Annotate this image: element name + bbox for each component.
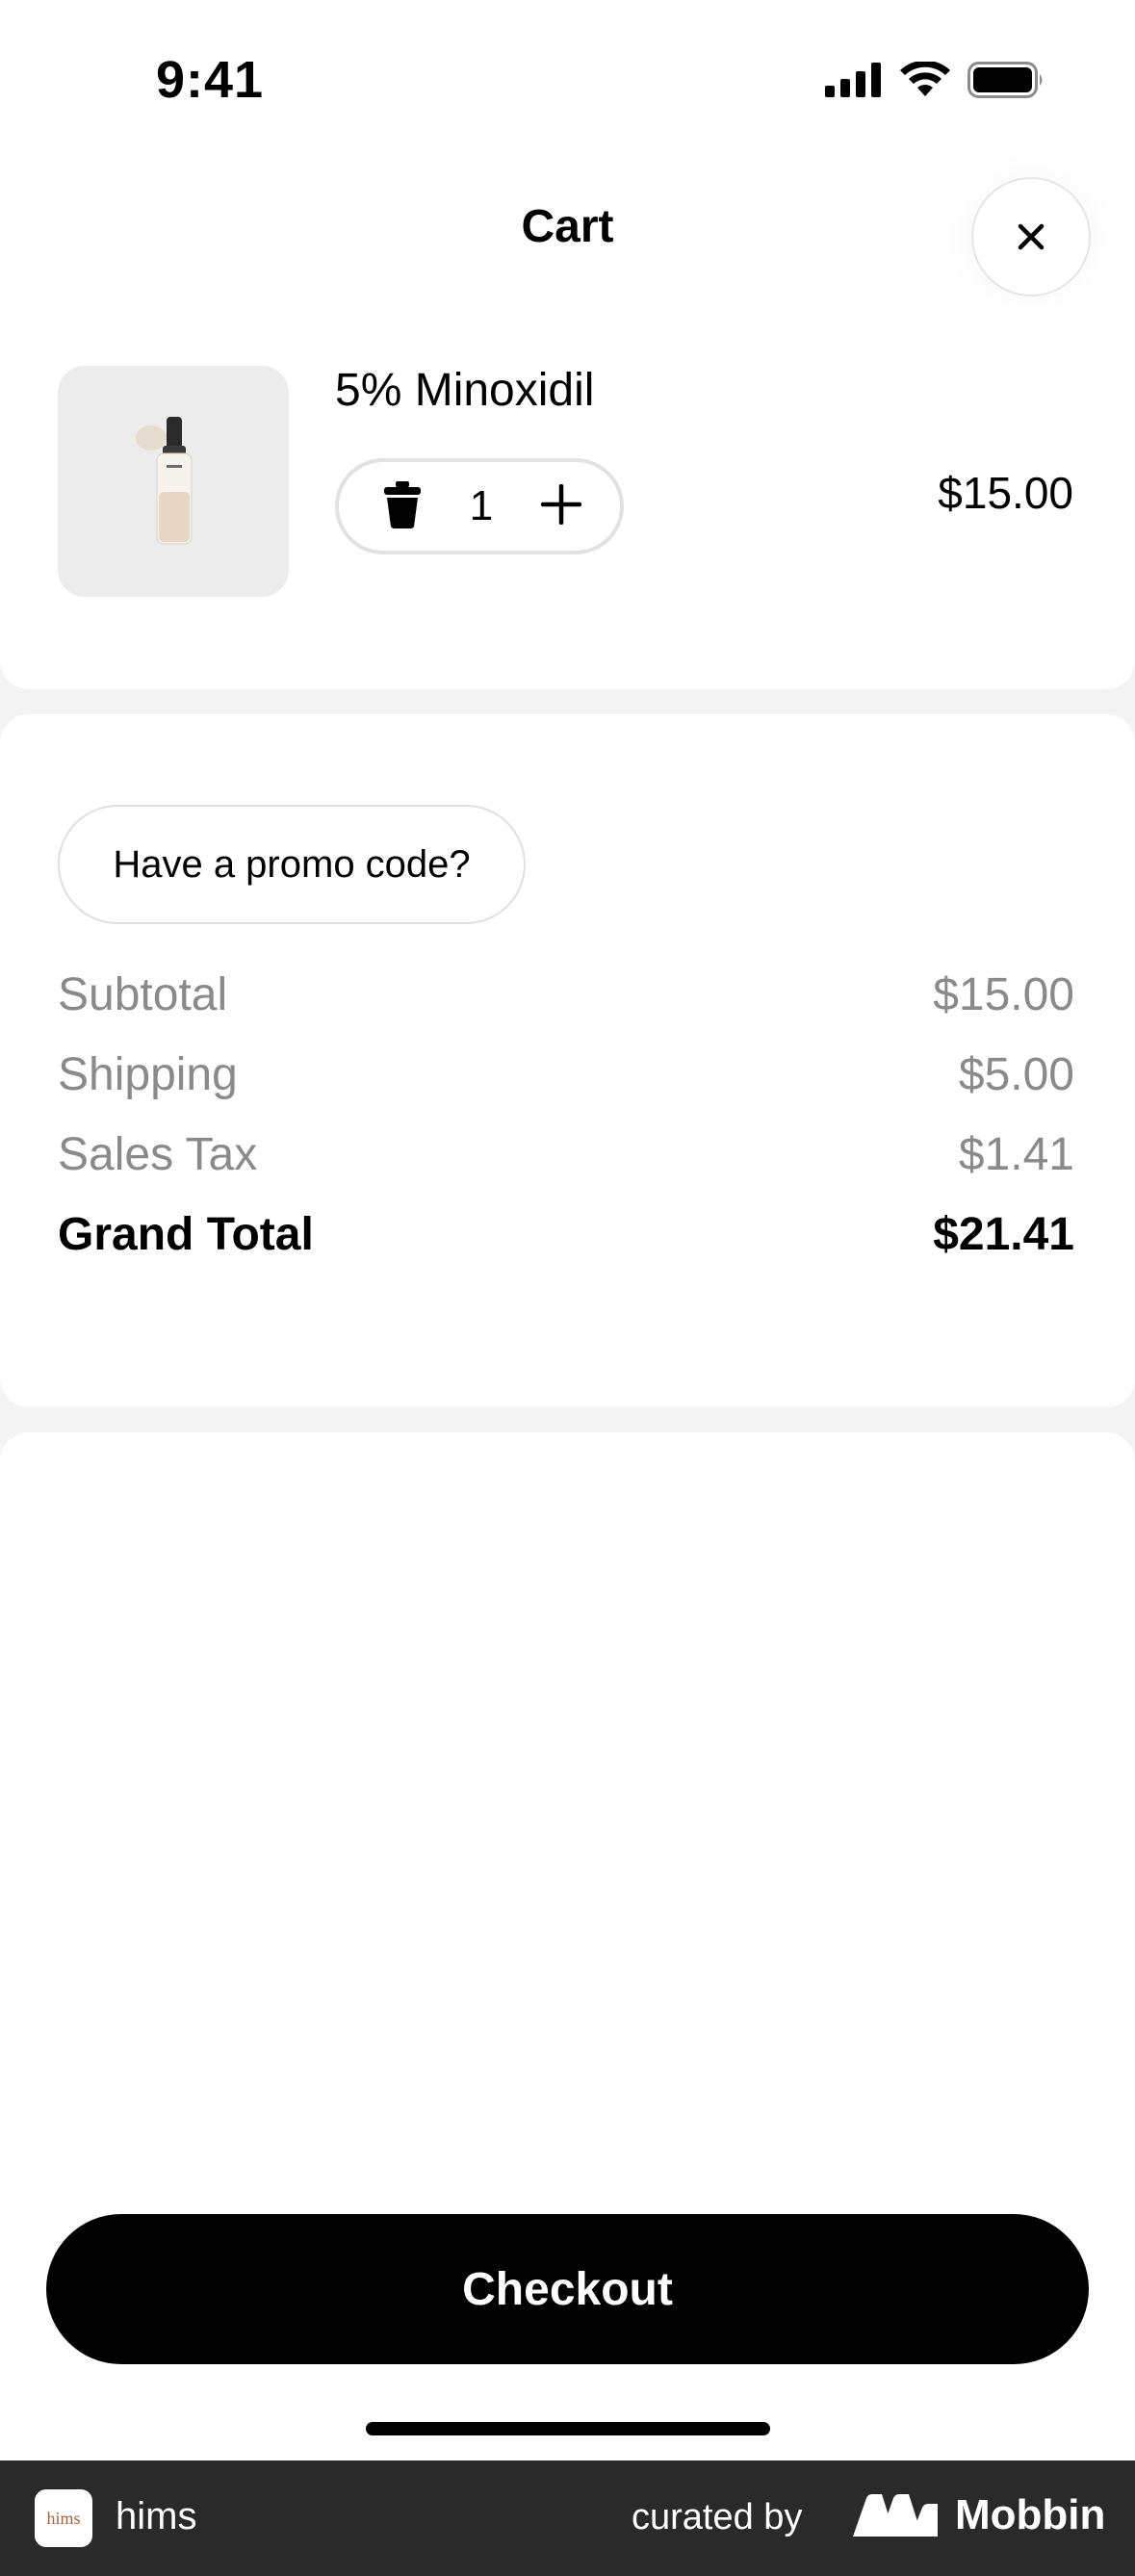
summary-row-shipping: Shipping $5.00 [58, 1048, 1074, 1101]
app-logo: hims [35, 2489, 92, 2547]
wifi-icon [900, 62, 950, 96]
summary-label: Subtotal [58, 969, 228, 1020]
serum-bottle-image [136, 417, 193, 545]
mobbin-brand: Mobbin [853, 2491, 1105, 2539]
summary-label: Grand Total [58, 1209, 314, 1260]
order-summary-panel: Have a promo code? Subtotal $15.00 Shipp… [0, 714, 1135, 1407]
summary-row-subtotal: Subtotal $15.00 [58, 968, 1074, 1021]
plus-icon [540, 483, 582, 525]
quantity-value: 1 [469, 482, 494, 529]
curated-by-label: curated by [632, 2497, 803, 2537]
quantity-stepper: 1 [335, 458, 624, 554]
summary-row-sales-tax: Sales Tax $1.41 [58, 1128, 1074, 1181]
mobbin-label: Mobbin [955, 2491, 1106, 2538]
summary-value: $1.41 [958, 1129, 1074, 1180]
close-icon [1018, 223, 1045, 250]
summary-row-grand-total: Grand Total $21.41 [58, 1208, 1074, 1261]
summary-value: $21.41 [933, 1209, 1074, 1260]
mobbin-logo-icon [853, 2494, 938, 2537]
increase-quantity-button[interactable] [540, 483, 582, 529]
footer-bar: hims hims curated by Mobbin [0, 2460, 1135, 2576]
remove-item-button[interactable] [383, 480, 422, 533]
summary-value: $5.00 [958, 1049, 1074, 1100]
product-image [58, 366, 289, 597]
summary-label: Sales Tax [58, 1129, 258, 1180]
page-title: Cart [521, 201, 614, 252]
promo-code-button[interactable]: Have a promo code? [58, 805, 526, 924]
checkout-button[interactable]: Checkout [46, 2214, 1089, 2364]
product-price: $15.00 [938, 468, 1073, 518]
cart-panel: Cart 5% Minoxidil 1 $15.00 [0, 144, 1135, 689]
status-icons [825, 62, 1046, 98]
status-time: 9:41 [156, 51, 265, 109]
app-name: hims [116, 2495, 197, 2537]
status-bar: 9:41 [0, 0, 1135, 144]
trash-icon [384, 480, 421, 528]
close-button[interactable] [971, 177, 1091, 296]
summary-label: Shipping [58, 1049, 238, 1100]
home-indicator [366, 2422, 770, 2435]
product-name: 5% Minoxidil [335, 365, 595, 416]
signal-icon [825, 63, 881, 97]
summary-value: $15.00 [933, 969, 1074, 1020]
battery-icon [967, 62, 1043, 98]
